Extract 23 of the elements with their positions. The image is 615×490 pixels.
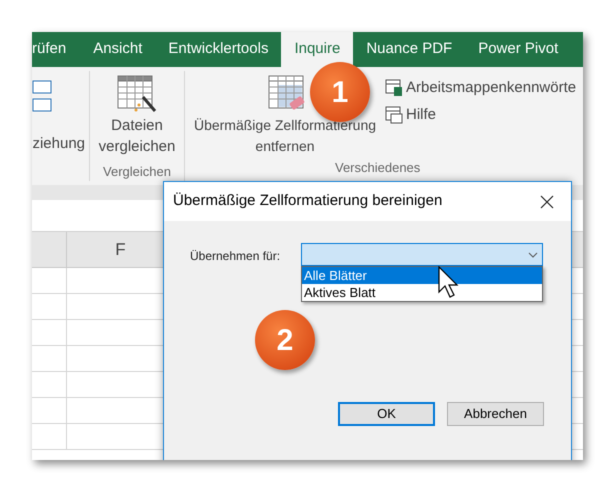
ribbon-tab[interactable]: Entwicklertools — [155, 32, 282, 67]
group-label: Verschiedenes — [335, 160, 422, 175]
ribbon-tab[interactable]: Inquire — [281, 32, 354, 67]
ribbon-button[interactable]: ziehung — [32, 133, 85, 156]
dialog-title: Übermäßige Zellformatierung bereinigen — [173, 191, 442, 212]
dialog-button[interactable]: OK — [338, 402, 435, 426]
dropdown-field[interactable] — [301, 243, 543, 266]
ribbon-tab[interactable]: Power Pivot — [465, 32, 572, 67]
form-icon — [385, 106, 403, 124]
field-label: Übernehmen für: — [190, 248, 280, 265]
chevron-down-icon — [528, 252, 538, 258]
close-icon[interactable] — [540, 194, 554, 208]
table-wand-icon — [117, 75, 157, 113]
spreadsheet-icon — [385, 79, 403, 98]
ribbon-tab[interactable]: Ansicht — [80, 32, 156, 67]
dialog-button[interactable]: Abbrechen — [447, 402, 544, 426]
ribbon-small-button[interactable]: Arbeitsmappenkennwörte — [385, 77, 576, 100]
ribbon-button[interactable]: Dateien vergleichen — [97, 115, 177, 157]
dropdown-option[interactable]: Aktives Blatt — [302, 284, 542, 301]
ribbon-tab[interactable]: rüfen — [32, 32, 80, 67]
group-label: Vergleichen — [103, 162, 171, 181]
dropdown-option[interactable]: Alle Blätter — [302, 267, 542, 284]
ribbon-small-button[interactable]: Hilfe — [385, 104, 576, 126]
